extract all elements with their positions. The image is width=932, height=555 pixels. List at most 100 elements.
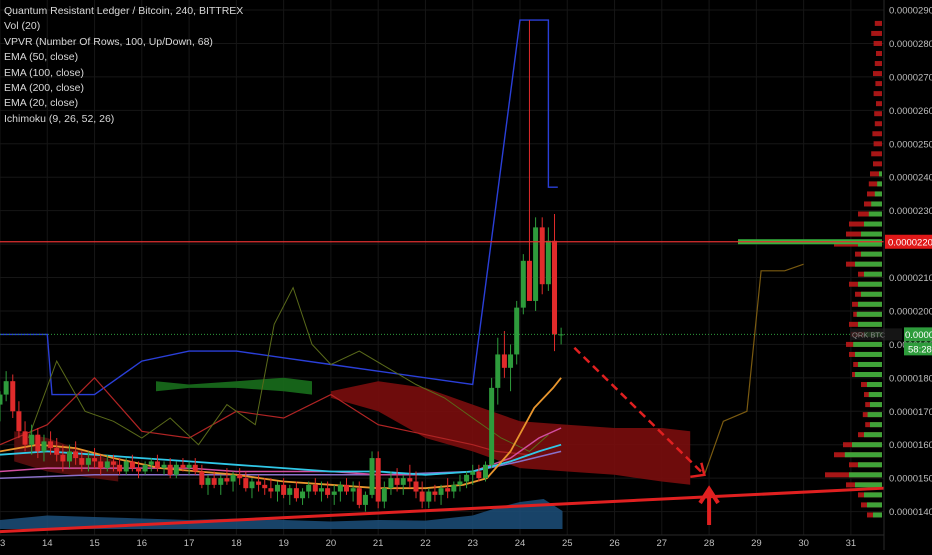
candle-body	[10, 381, 16, 412]
candle-body	[482, 464, 488, 479]
vpvr-row-up	[861, 251, 882, 257]
vpvr-row-up	[864, 432, 882, 438]
legend-symbol-line[interactable]: Quantum Resistant Ledger / Bitcoin, 240,…	[4, 4, 304, 19]
vpvr-row-up	[877, 181, 882, 187]
candle-body	[350, 488, 356, 492]
legend-ema-100[interactable]: EMA (100, close)	[4, 66, 304, 81]
legend-volume[interactable]: Vol (20)	[4, 19, 304, 34]
candle-body	[325, 488, 331, 495]
candle-body	[274, 484, 280, 492]
time-tick-label-12: 25	[562, 538, 573, 549]
candle-body	[85, 458, 91, 465]
legend-ema-50[interactable]: EMA (50, close)	[4, 50, 304, 65]
candle-body	[142, 464, 148, 472]
vpvr-row-up	[868, 211, 882, 217]
symbol-tag-label: QRK BTC	[852, 330, 886, 339]
vpvr-row-down	[874, 111, 882, 117]
vpvr-row-up	[864, 271, 882, 277]
time-tick-label-7: 20	[326, 538, 337, 549]
candle-body	[66, 451, 72, 462]
legend-ichimoku[interactable]: Ichimoku (9, 26, 52, 26)	[4, 112, 304, 127]
candle-body	[495, 354, 501, 388]
candle-body	[243, 478, 249, 489]
vpvr-row-down	[876, 101, 882, 107]
candle-body	[426, 491, 432, 502]
candle-body	[331, 491, 337, 495]
candle-body	[394, 478, 400, 485]
vpvr-row-up	[874, 191, 882, 197]
time-tick-label-5: 18	[231, 538, 242, 549]
candle-body	[29, 434, 35, 445]
candle-body	[400, 478, 406, 485]
vpvr-row-up	[855, 372, 882, 377]
candle-body	[438, 488, 444, 495]
candle-body	[306, 484, 312, 492]
candle-body	[464, 474, 470, 482]
vpvr-row-up	[856, 311, 882, 317]
candle-body	[520, 260, 526, 308]
candle-body	[381, 488, 387, 502]
candle-body	[192, 464, 198, 472]
legend-vpvr[interactable]: VPVR (Number Of Rows, 100, Up/Down, 68)	[4, 35, 304, 50]
vpvr-row-down	[876, 51, 882, 56]
vpvr-row-down	[871, 151, 882, 157]
time-tick-label-9: 22	[420, 538, 431, 549]
price-tick-label-0: 0.00002900	[889, 6, 932, 17]
price-tick-label-3: 0.00002600	[889, 106, 932, 117]
candle-body	[224, 478, 230, 482]
candle-body	[73, 451, 79, 459]
candle-body	[173, 464, 179, 475]
candle-body	[552, 240, 558, 335]
vpvr-row-up	[870, 402, 882, 408]
vpvr-row-down	[873, 40, 882, 46]
vpvr-row-up	[858, 281, 882, 287]
time-tick-label-4: 17	[184, 538, 195, 549]
resistance-price-label: 0.00002207	[888, 237, 932, 248]
candle-body	[318, 488, 324, 492]
candle-body	[211, 478, 217, 485]
time-tick-label-0: 13	[0, 538, 5, 549]
legend-ema-20[interactable]: EMA (20, close)	[4, 96, 304, 111]
time-tick-label-13: 26	[609, 538, 620, 549]
candle-body	[268, 488, 274, 492]
candle-body	[110, 461, 116, 465]
candle-body	[312, 484, 318, 492]
vpvr-row-up	[864, 221, 882, 227]
current-price-label: 0.00001930	[905, 330, 932, 341]
candle-body	[79, 458, 85, 465]
candle-body	[35, 434, 41, 452]
candle-body	[60, 454, 66, 462]
candle-body	[470, 471, 476, 475]
time-tick-label-16: 29	[751, 538, 762, 549]
vpvr-row-up	[879, 171, 882, 177]
candle-body	[533, 227, 539, 301]
candle-body	[104, 461, 110, 469]
price-tick-label-6: 0.00002300	[889, 206, 932, 217]
time-tick-label-2: 15	[89, 538, 100, 549]
price-tick-label-9: 0.00002000	[889, 306, 932, 317]
candle-body	[501, 354, 507, 368]
candle-body	[41, 441, 47, 452]
candle-body	[508, 354, 514, 368]
candle-body	[476, 471, 482, 479]
vpvr-row-down	[874, 61, 882, 67]
candle-body	[136, 468, 142, 472]
vpvr-row-down	[871, 30, 882, 36]
vpvr-row-up	[867, 382, 882, 388]
candle-body	[230, 474, 236, 482]
candle-body	[362, 494, 368, 505]
vpvr-row-down	[873, 161, 882, 167]
vpvr-row-down	[873, 71, 882, 77]
candle-body	[419, 491, 425, 502]
candle-body	[22, 431, 28, 445]
candle-body	[287, 488, 293, 495]
time-tick-label-1: 14	[42, 538, 53, 549]
candle-body	[180, 464, 186, 469]
candle-body	[16, 411, 22, 432]
vpvr-row-down	[873, 91, 882, 97]
time-tick-label-10: 23	[467, 538, 478, 549]
legend-ema-200[interactable]: EMA (200, close)	[4, 81, 304, 96]
candle-body	[489, 387, 495, 465]
price-tick-label-5: 0.00002400	[889, 173, 932, 184]
vpvr-row-down	[875, 81, 882, 87]
